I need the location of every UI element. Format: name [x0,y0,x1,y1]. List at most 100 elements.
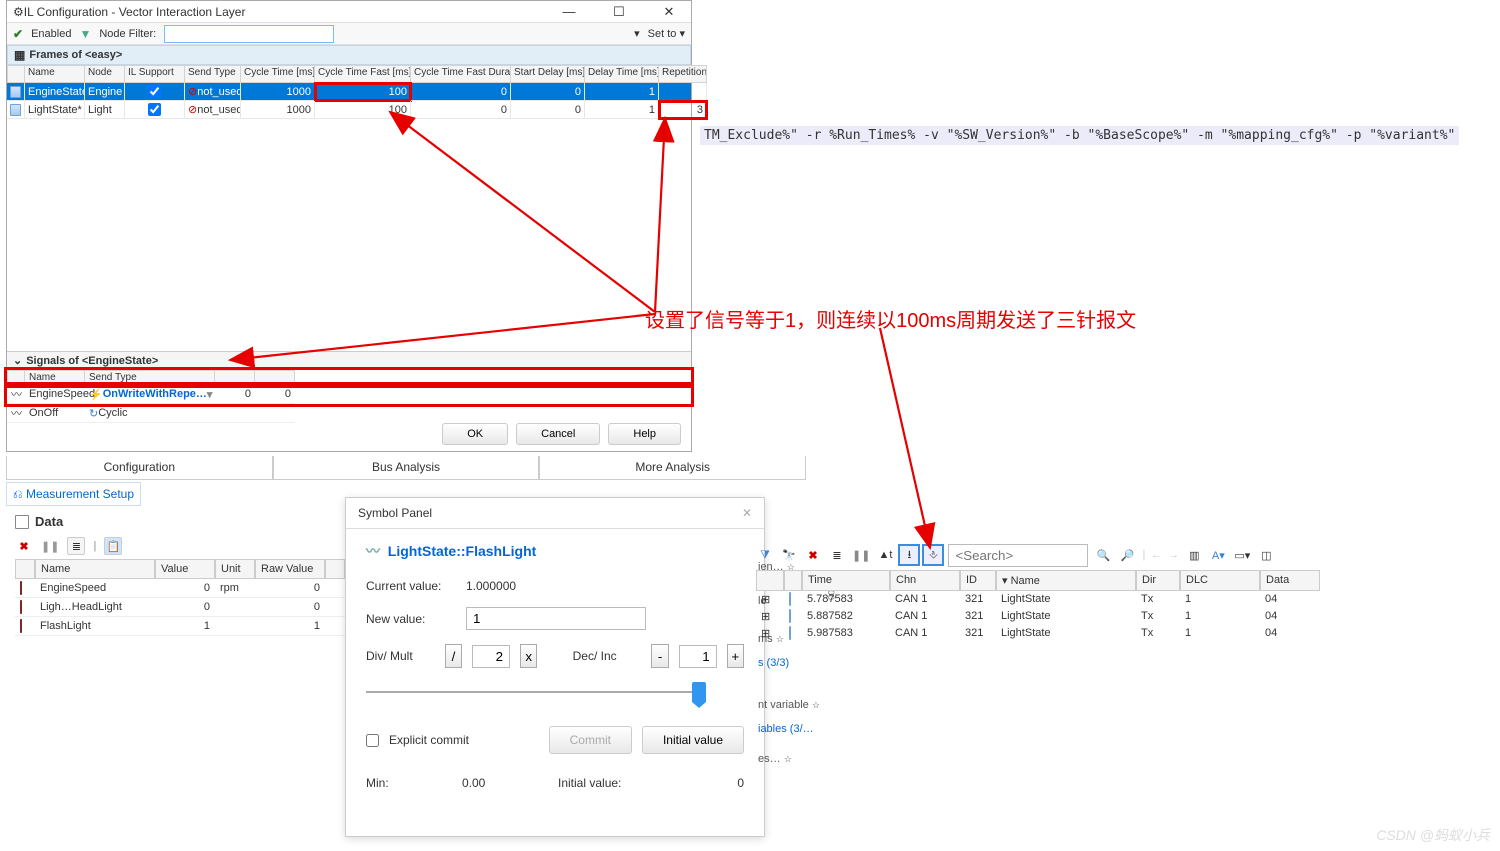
il-support-checkbox[interactable] [148,103,161,116]
funnel-icon[interactable]: ⧩ [756,546,774,564]
lightning-icon: ⚡ [89,388,103,401]
divmult-label: Div/ Mult [366,649,435,663]
frame-row-lightstate[interactable]: LightState* Light ⊘ not_used 1000 100 0 … [7,101,691,119]
node-filter-label: Node Filter: [99,28,156,40]
command-fragment: TM_Exclude%" -r %Run_Times% -v "%SW_Vers… [700,126,1459,145]
value-slider[interactable] [366,682,706,702]
commit-button[interactable]: Commit [549,726,632,754]
message-icon [789,626,791,640]
list-icon[interactable]: ≣ [67,537,85,555]
binoculars-icon[interactable]: 🔭 [780,546,798,564]
set-to-dropdown[interactable]: Set to ▾ [648,27,685,40]
wave-icon: 〰 [366,543,380,559]
trace-row[interactable]: ⊞ 5.787583CAN 1321LightStateTx104 [756,591,1436,608]
panels-icon[interactable]: ◫ [1257,546,1275,564]
message-icon [10,104,21,116]
data-columns: Name Value Unit Raw Value [15,559,345,579]
window-title: IL Configuration - Vector Interaction La… [24,5,553,19]
frames-columns: Name Node IL Support Send Type Cycle Tim… [7,65,691,83]
find-prev-icon[interactable]: 🔍 [1094,546,1112,564]
decinc-input[interactable] [679,645,717,668]
trace-panel: ⧩ 🔭 ✖ ≣ ❚❚ ▲t ⭳ ⎀ 🔍 🔎 | ←→ ▥ A▾ ▭▾ ◫ Tim… [756,540,1436,642]
div-button[interactable]: / [445,644,462,668]
list-icon[interactable]: ≣ [828,546,846,564]
signals-header[interactable]: ⌄ Signals of <EngineState> [7,351,691,370]
data-panel: Data ✖ ❚❚ ≣ | 📋 Name Value Unit Raw Valu… [15,510,345,636]
delete-icon[interactable]: ✖ [804,546,822,564]
new-value-label: New value: [366,612,456,626]
data-row-enginespeed[interactable]: EngineSpeed 0 rpm 0 [15,579,345,598]
columns-icon[interactable]: ▥ [1185,546,1203,564]
link-3-3[interactable]: s (3/3) [758,657,789,669]
message-icon [789,592,791,606]
close-button[interactable]: ✕ [653,4,685,20]
min-label: Min: [366,776,456,790]
measurement-setup-tab[interactable]: ⎌ Measurement Setup [6,482,141,506]
layout-icon[interactable]: ▭▾ [1233,546,1251,564]
slider-thumb[interactable] [692,682,706,702]
message-icon [789,609,791,623]
tab-bus-analysis[interactable]: Bus Analysis [273,456,540,480]
data-title: Data [35,514,63,529]
data-row-flashlight[interactable]: FlashLight 1 1 [15,617,345,636]
tab-more-analysis[interactable]: More Analysis [539,456,806,480]
status-icon [20,619,22,633]
initial-label: Initial value: [558,776,648,790]
enabled-label: Enabled [31,28,71,40]
signal-icon: 〰 [11,386,22,402]
data-row-headlight[interactable]: Ligh…HeadLight 0 0 [15,598,345,617]
node-filter-input[interactable] [164,25,334,43]
il-support-checkbox[interactable] [148,85,161,98]
status-icon [20,600,22,614]
new-value-input[interactable] [466,607,646,630]
forbidden-icon: ⊘ [188,103,197,116]
font-icon[interactable]: A▾ [1209,546,1227,564]
forbidden-icon: ⊘ [188,85,197,98]
trace-row[interactable]: ⊞ 5.987583CAN 1321LightStateTx104 [756,625,1436,642]
explicit-commit-checkbox[interactable] [366,734,379,747]
frame-row-enginestate[interactable]: EngineState* Engine ⊘ not_used 1000 100 … [7,83,691,101]
toggle-b-button[interactable]: ⎀ [924,546,942,564]
help-button[interactable]: Help [608,423,681,445]
maximize-button[interactable]: ☐ [603,4,635,20]
signal-row-onoff[interactable]: 〰 OnOff ↻ Cyclic [7,404,691,423]
divmult-input[interactable] [472,645,510,668]
initial-value-button[interactable]: Initial value [642,726,744,754]
min-value: 0.00 [462,776,552,790]
delete-icon[interactable]: ✖ [15,537,33,555]
pause-icon[interactable]: ❚❚ [41,540,59,553]
trace-row[interactable]: ⊞ 5.887582CAN 1321LightStateTx104 [756,608,1436,625]
frames-header: ▦ Frames of <easy> [7,45,691,65]
explicit-commit-label: Explicit commit [389,733,469,747]
setup-icon: ⎌ [13,487,23,501]
app-icon: ⚙ [13,6,24,18]
trace-search-input[interactable] [948,544,1088,567]
link-variables[interactable]: iables (3/… [758,723,814,735]
il-config-window: ⚙ IL Configuration - Vector Interaction … [6,0,692,452]
mult-button[interactable]: x [520,644,537,668]
page-icon [15,515,29,529]
cancel-button[interactable]: Cancel [516,423,600,445]
find-next-icon[interactable]: 🔎 [1118,546,1136,564]
signal-row-enginespeed[interactable]: 〰 EngineSpeed ⚡ OnWriteWithRepe… ▾ 0 0 [7,385,691,404]
delta-icon[interactable]: ▲t [876,546,894,564]
current-value: 1.000000 [466,579,516,593]
annotation-text: 设置了信号等于1，则连续以100ms周期发送了三针报文 [645,304,1136,333]
symbol-panel-title: Symbol Panel [358,506,432,520]
status-icon [20,581,22,595]
signal-icon: 〰 [11,405,22,421]
initial-value: 0 [654,776,744,790]
dec-button[interactable]: - [651,644,668,668]
minimize-button[interactable]: — [553,4,585,20]
close-icon[interactable]: ✕ [742,506,752,520]
bottom-tabs: Configuration Bus Analysis More Analysis [6,456,806,480]
inc-button[interactable]: + [727,644,744,668]
il-toolbar: ✔ Enabled ▼ Node Filter: ▾ Set to ▾ [7,23,691,45]
watermark: CSDN @蚂蚁小兵 [1376,825,1490,845]
current-value-label: Current value: [366,579,456,593]
paste-icon[interactable]: 📋 [104,537,122,555]
toggle-a-button[interactable]: ⭳ [900,546,918,564]
ok-button[interactable]: OK [442,423,508,445]
tab-configuration[interactable]: Configuration [6,456,273,480]
filter-icon: ▼ [79,28,91,40]
